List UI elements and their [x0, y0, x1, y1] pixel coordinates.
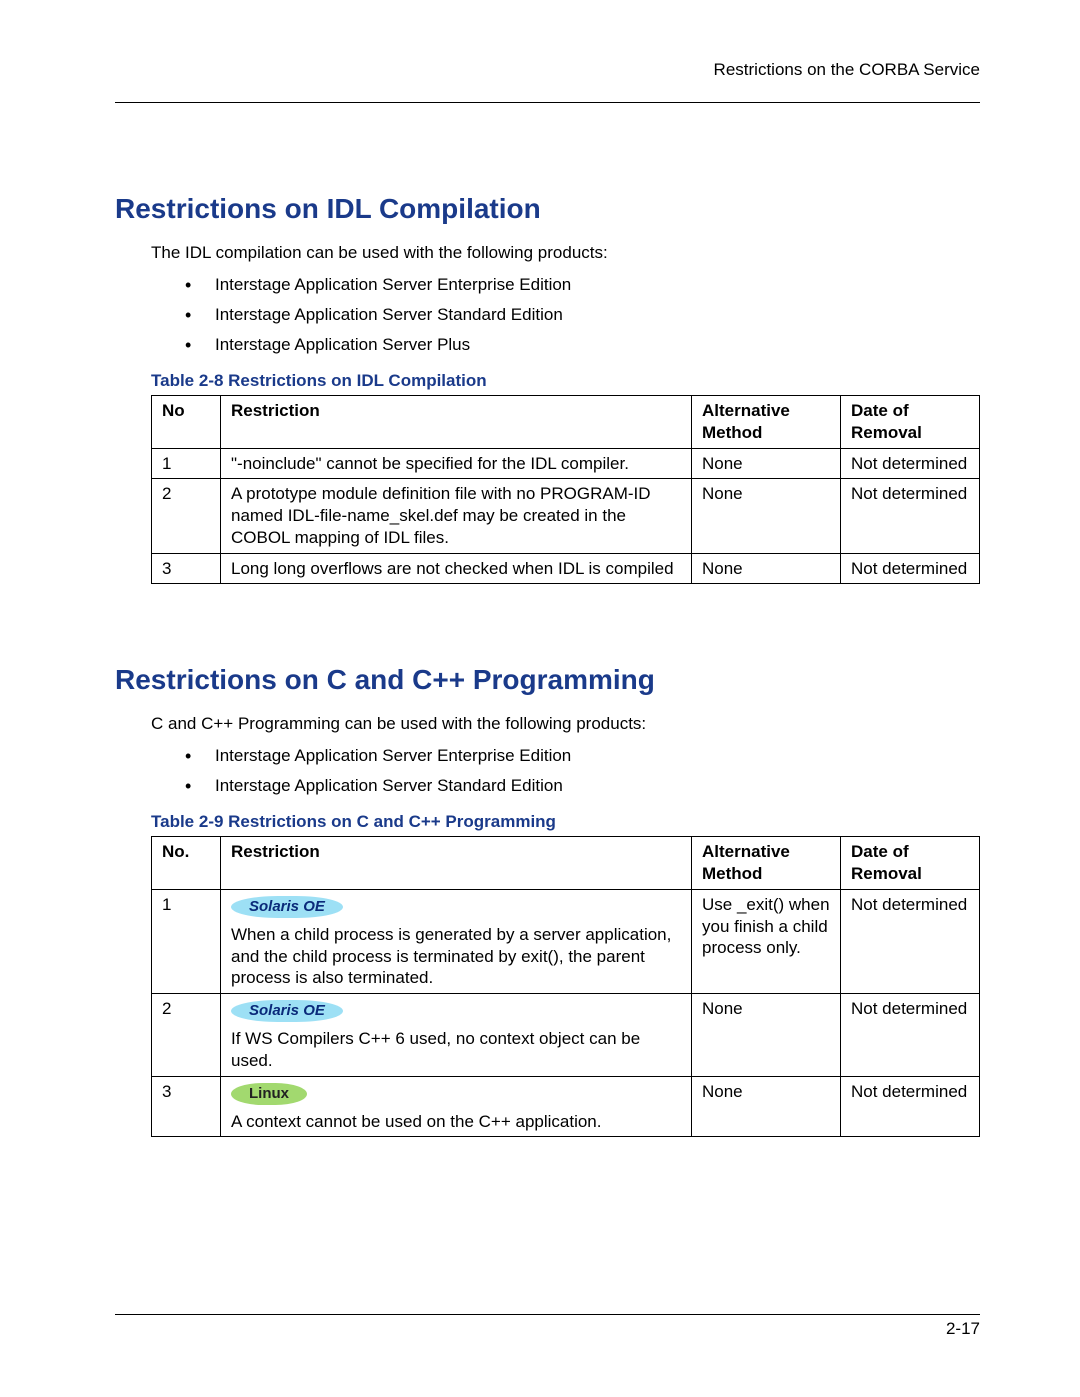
section1-intro: The IDL compilation can be used with the…	[151, 243, 980, 263]
cell-alt: None	[692, 1076, 841, 1137]
page-number: 2-17	[115, 1319, 980, 1339]
cell-alt: Use _exit() when you finish a child proc…	[692, 889, 841, 993]
cell-restriction: Linux A context cannot be used on the C++…	[221, 1076, 692, 1137]
table-row: 2 Solaris OE If WS Compilers C++ 6 used, n…	[152, 994, 980, 1077]
cell-date: Not determined	[841, 1076, 980, 1137]
th-no: No.	[152, 837, 221, 890]
cell-no: 3	[152, 553, 221, 584]
th-no: No	[152, 396, 221, 449]
cell-date: Not determined	[841, 889, 980, 993]
cell-date: Not determined	[841, 448, 980, 479]
table-row: 3 Linux A context cannot be used on the C+…	[152, 1076, 980, 1137]
solaris-badge-icon: Solaris OE	[231, 896, 343, 918]
restriction-text: A context cannot be used on the C++ appl…	[231, 1111, 683, 1133]
linux-badge-icon: Linux	[231, 1083, 307, 1105]
product-item: Interstage Application Server Standard E…	[185, 305, 980, 325]
table1-caption: Table 2-8 Restrictions on IDL Compilatio…	[151, 371, 980, 391]
product-item: Interstage Application Server Plus	[185, 335, 980, 355]
th-date: Date of Removal	[841, 837, 980, 890]
table-row: 1 Solaris OE When a child process is gener…	[152, 889, 980, 993]
restriction-text: When a child process is generated by a s…	[231, 924, 683, 989]
cell-restriction: "-noinclude" cannot be specified for the…	[221, 448, 692, 479]
table2-caption: Table 2-9 Restrictions on C and C++ Prog…	[151, 812, 980, 832]
header-rule	[115, 102, 980, 103]
th-restriction: Restriction	[221, 837, 692, 890]
table-row: 2A prototype module definition file with…	[152, 479, 980, 553]
cell-no: 1	[152, 889, 221, 993]
cell-alt: None	[692, 448, 841, 479]
cell-date: Not determined	[841, 479, 980, 553]
cell-restriction: Long long overflows are not checked when…	[221, 553, 692, 584]
cell-alt: None	[692, 553, 841, 584]
cell-alt: None	[692, 479, 841, 553]
product-item: Interstage Application Server Enterprise…	[185, 275, 980, 295]
cell-restriction: Solaris OE When a child process is genera…	[221, 889, 692, 993]
cell-no: 2	[152, 994, 221, 1077]
footer-rule	[115, 1314, 980, 1315]
cell-no: 1	[152, 448, 221, 479]
th-alt: Alternative Method	[692, 837, 841, 890]
product-item: Interstage Application Server Standard E…	[185, 776, 980, 796]
th-restriction: Restriction	[221, 396, 692, 449]
table-idl-restrictions: No Restriction Alternative Method Date o…	[151, 395, 980, 584]
product-item: Interstage Application Server Enterprise…	[185, 746, 980, 766]
page-footer: 2-17	[115, 1314, 980, 1339]
cell-date: Not determined	[841, 994, 980, 1077]
section-heading-c-cpp: Restrictions on C and C++ Programming	[115, 664, 980, 696]
cell-no: 2	[152, 479, 221, 553]
solaris-badge-icon: Solaris OE	[231, 1000, 343, 1022]
table-row: 1"-noinclude" cannot be specified for th…	[152, 448, 980, 479]
table-row: 3Long long overflows are not checked whe…	[152, 553, 980, 584]
cell-no: 3	[152, 1076, 221, 1137]
section2-intro: C and C++ Programming can be used with t…	[151, 714, 980, 734]
th-alt: Alternative Method	[692, 396, 841, 449]
page-header-text: Restrictions on the CORBA Service	[115, 60, 980, 80]
cell-alt: None	[692, 994, 841, 1077]
cell-restriction: Solaris OE If WS Compilers C++ 6 used, no…	[221, 994, 692, 1077]
th-date: Date of Removal	[841, 396, 980, 449]
restriction-text: If WS Compilers C++ 6 used, no context o…	[231, 1028, 683, 1072]
table-c-cpp-restrictions: No. Restriction Alternative Method Date …	[151, 836, 980, 1137]
cell-date: Not determined	[841, 553, 980, 584]
section-heading-idl: Restrictions on IDL Compilation	[115, 193, 980, 225]
cell-restriction: A prototype module definition file with …	[221, 479, 692, 553]
